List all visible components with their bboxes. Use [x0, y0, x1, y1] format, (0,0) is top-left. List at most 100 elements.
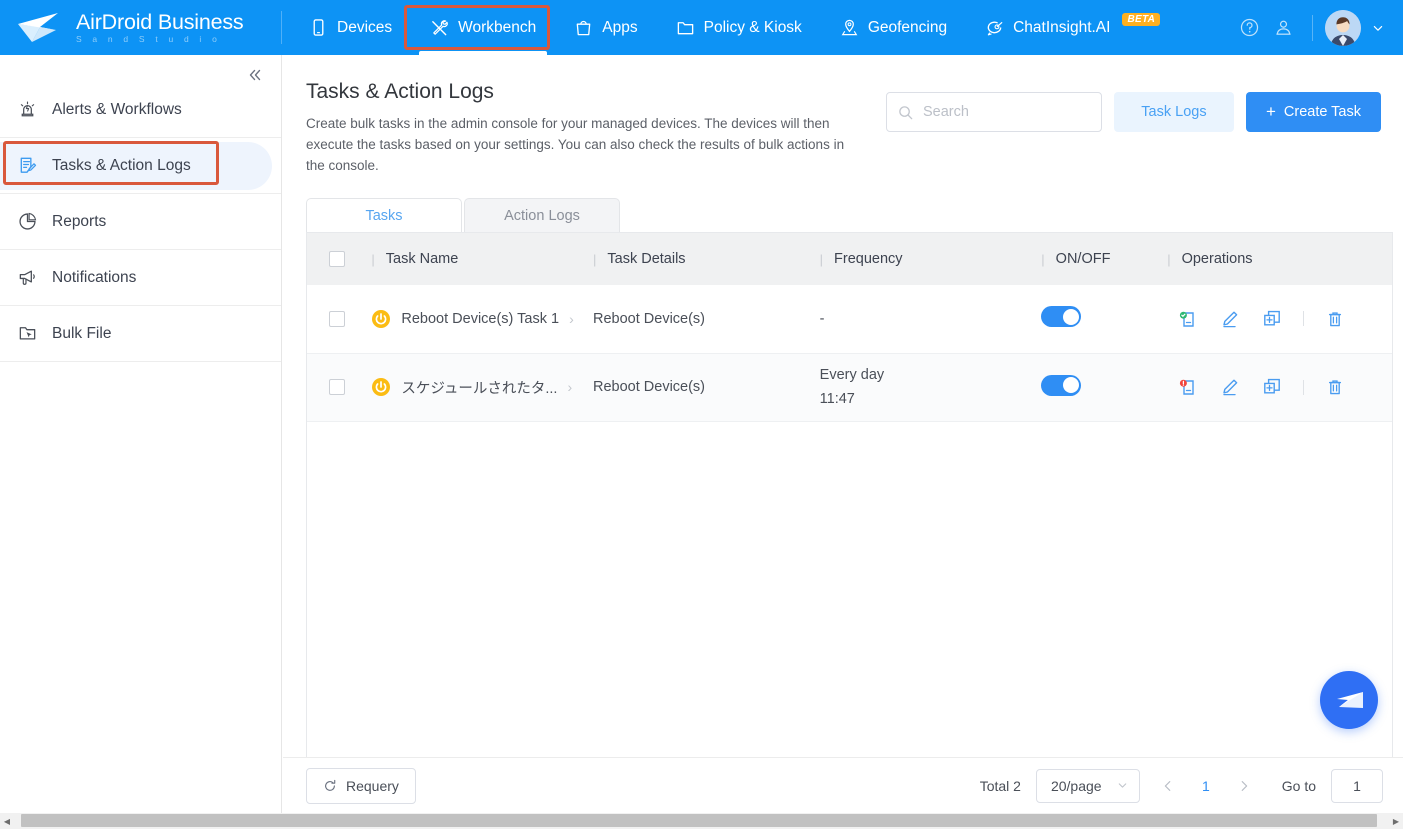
page-description: Create bulk tasks in the admin console f… — [306, 116, 845, 173]
plus-icon: + — [1265, 102, 1276, 121]
header-label-operations: Operations — [1181, 251, 1253, 267]
prev-page-button[interactable] — [1155, 773, 1181, 799]
sidebar-label-alerts-workflows: Alerts & Workflows — [52, 100, 182, 118]
top-nav-items: Devices Workbench Apps Policy & Kiosk Ge… — [290, 0, 1179, 55]
table-row[interactable]: スケジュールされたタ... › Reboot Device(s) Every d… — [307, 353, 1392, 422]
search-input[interactable] — [920, 103, 1090, 121]
edit-pencil-icon — [1223, 311, 1238, 327]
help-button[interactable] — [1232, 11, 1266, 45]
sidebar-item-tasks-action-logs[interactable]: Tasks & Action Logs — [0, 138, 281, 194]
nav-item-geofencing[interactable]: Geofencing — [821, 0, 966, 55]
view-log-button[interactable] — [1167, 303, 1209, 335]
task-toggle[interactable] — [1041, 306, 1082, 328]
page-title: Tasks & Action Logs — [306, 80, 494, 103]
scroll-right-arrow[interactable]: ▶ — [1389, 813, 1403, 829]
table-row[interactable]: Reboot Device(s) Task 1 › Reboot Device(… — [307, 285, 1392, 354]
header-task-name: | Task Name — [359, 233, 581, 285]
page-size-select[interactable]: 20/page — [1035, 768, 1140, 803]
header-label-on-off: ON/OFF — [1055, 251, 1111, 267]
cell-task-name: Reboot Device(s) Task 1 › — [359, 285, 581, 354]
chevron-right-icon: › — [569, 310, 574, 327]
create-task-label: Create Task — [1283, 104, 1361, 120]
requery-button[interactable]: Requery — [306, 767, 416, 804]
header-label-task-details: Task Details — [607, 251, 686, 267]
nav-label-workbench: Workbench — [458, 18, 537, 36]
nav-item-apps[interactable]: Apps — [555, 0, 656, 55]
nav-item-workbench[interactable]: Workbench — [411, 0, 555, 55]
horizontal-scrollbar[interactable]: ◀ ▶ — [0, 813, 1403, 829]
task-toggle[interactable] — [1041, 374, 1082, 396]
chat-ai-icon — [987, 21, 1003, 36]
row-checkbox-cell — [307, 353, 360, 422]
delete-button[interactable] — [1314, 371, 1356, 403]
map-pin-icon — [841, 19, 858, 36]
scrollbar-thumb[interactable] — [21, 814, 1377, 827]
brand-title: AirDroid Business — [76, 9, 244, 34]
top-nav-right-cluster — [1232, 0, 1403, 55]
nav-item-policy-kiosk[interactable]: Policy & Kiosk — [657, 0, 821, 55]
chevron-right-icon: › — [567, 379, 573, 395]
select-all-checkbox[interactable] — [329, 251, 345, 268]
sidebar: Alerts & Workflows Tasks & Action Logs R… — [0, 55, 282, 829]
scrollbar-track[interactable] — [14, 813, 1389, 829]
nav-item-chatinsight-ai[interactable]: ChatInsight.AI BETA — [966, 0, 1179, 55]
task-name-link[interactable]: Reboot Device(s) Task 1 — [401, 311, 559, 327]
avatar-image — [1325, 9, 1361, 46]
column-separator: | — [1041, 251, 1045, 267]
brand-logo[interactable]: AirDroid Business S a n d S t u d i o — [0, 0, 290, 55]
sidebar-item-bulk-file[interactable]: Bulk File — [0, 306, 281, 362]
nav-item-devices[interactable]: Devices — [290, 0, 411, 55]
goto-label: Go to — [1281, 777, 1316, 794]
sidebar-item-notifications[interactable]: Notifications — [0, 250, 281, 306]
cell-on-off — [1029, 353, 1156, 422]
sidebar-item-alerts-workflows[interactable]: Alerts & Workflows — [0, 82, 281, 138]
edit-button[interactable] — [1209, 371, 1251, 403]
megaphone-icon — [16, 267, 38, 289]
chevron-right-icon — [1241, 780, 1247, 791]
goto-page-input[interactable]: 1 — [1331, 768, 1383, 803]
edit-button[interactable] — [1209, 303, 1251, 335]
scroll-left-arrow[interactable]: ◀ — [0, 813, 14, 829]
file-cursor-icon — [16, 323, 38, 345]
view-log-button[interactable] — [1167, 371, 1209, 403]
tasks-table: | Task Name | Task Details | Frequency |… — [307, 233, 1392, 422]
delete-button[interactable] — [1314, 303, 1356, 335]
header-label-frequency: Frequency — [834, 251, 903, 267]
search-box[interactable] — [885, 92, 1102, 132]
cell-operations — [1155, 353, 1392, 422]
header-task-details: | Task Details — [581, 233, 808, 285]
task-list-icon — [16, 155, 38, 177]
create-task-button[interactable]: + Create Task — [1245, 92, 1381, 132]
sidebar-item-reports[interactable]: Reports — [0, 194, 281, 250]
cell-frequency: Every day 11:47 — [807, 353, 1030, 422]
support-chat-fab[interactable] — [1320, 671, 1378, 729]
tab-bar: Tasks Action Logs — [306, 198, 1403, 232]
duplicate-button[interactable] — [1251, 371, 1293, 403]
operations-divider — [1303, 379, 1305, 395]
refresh-icon — [325, 779, 336, 791]
row-checkbox[interactable] — [329, 379, 345, 396]
page-header-actions: Task Logs + Create Task — [885, 79, 1381, 176]
tab-action-logs[interactable]: Action Logs — [464, 198, 620, 232]
log-report-alert-icon — [1180, 379, 1194, 395]
nav-label-chatinsight-ai: ChatInsight.AI — [1013, 18, 1111, 36]
duplicate-button[interactable] — [1251, 303, 1293, 335]
cell-on-off — [1029, 285, 1156, 354]
tab-tasks[interactable]: Tasks — [306, 198, 462, 232]
frequency-line-1: - — [819, 310, 825, 327]
page-number-1[interactable]: 1 — [1196, 778, 1216, 794]
next-page-button[interactable] — [1231, 773, 1257, 799]
nav-label-policy-kiosk: Policy & Kiosk — [703, 18, 802, 36]
row-checkbox[interactable] — [329, 310, 345, 327]
avatar[interactable] — [1325, 9, 1361, 46]
task-name-link[interactable]: スケジュールされたタ... — [401, 377, 557, 398]
account-button[interactable] — [1266, 11, 1300, 45]
search-icon — [899, 105, 913, 119]
avatar-dropdown-chevron[interactable] — [1367, 17, 1389, 39]
task-logs-button[interactable]: Task Logs — [1113, 92, 1234, 132]
beta-badge: BETA — [1122, 13, 1161, 26]
tasks-table-head: | Task Name | Task Details | Frequency |… — [307, 233, 1392, 285]
header-frequency: | Frequency — [807, 233, 1030, 285]
duplicate-icon — [1264, 378, 1281, 394]
log-report-success-icon — [1180, 311, 1194, 327]
